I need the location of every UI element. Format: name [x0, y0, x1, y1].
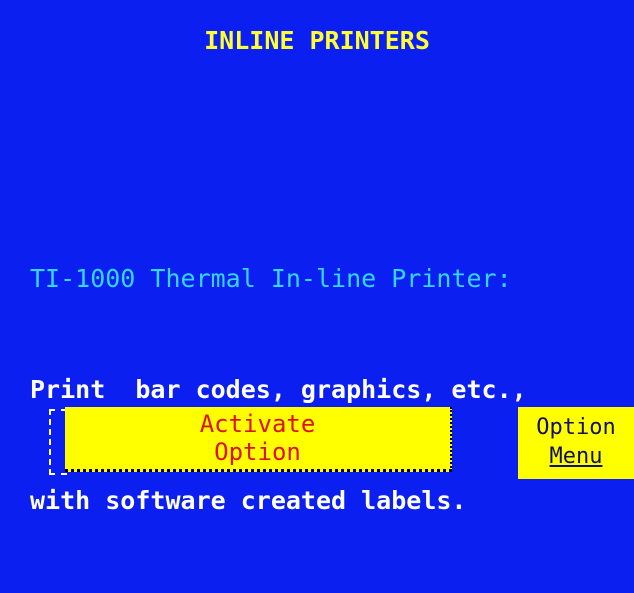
description-line-2: with software created labels. [30, 486, 467, 515]
option-menu-button[interactable]: Option Menu [518, 407, 634, 479]
activate-button-label-line-2: Option [214, 438, 301, 466]
activate-button-label-line-1: Activate [199, 410, 316, 438]
option-menu-label-line-2: Menu [549, 444, 603, 469]
option-menu-label-line-1: Option [536, 415, 616, 440]
description-line-1: Print bar codes, graphics, etc., [30, 375, 527, 404]
description-block: TI-1000 Thermal In-line Printer: Print b… [30, 186, 630, 593]
activate-option-button[interactable]: Activate Option [65, 407, 452, 472]
page-title: INLINE PRINTERS [204, 26, 430, 55]
kiosk-screen: INLINE PRINTERS TI-1000 Thermal In-line … [0, 0, 634, 515]
product-heading: TI-1000 Thermal In-line Printer: [30, 264, 512, 293]
